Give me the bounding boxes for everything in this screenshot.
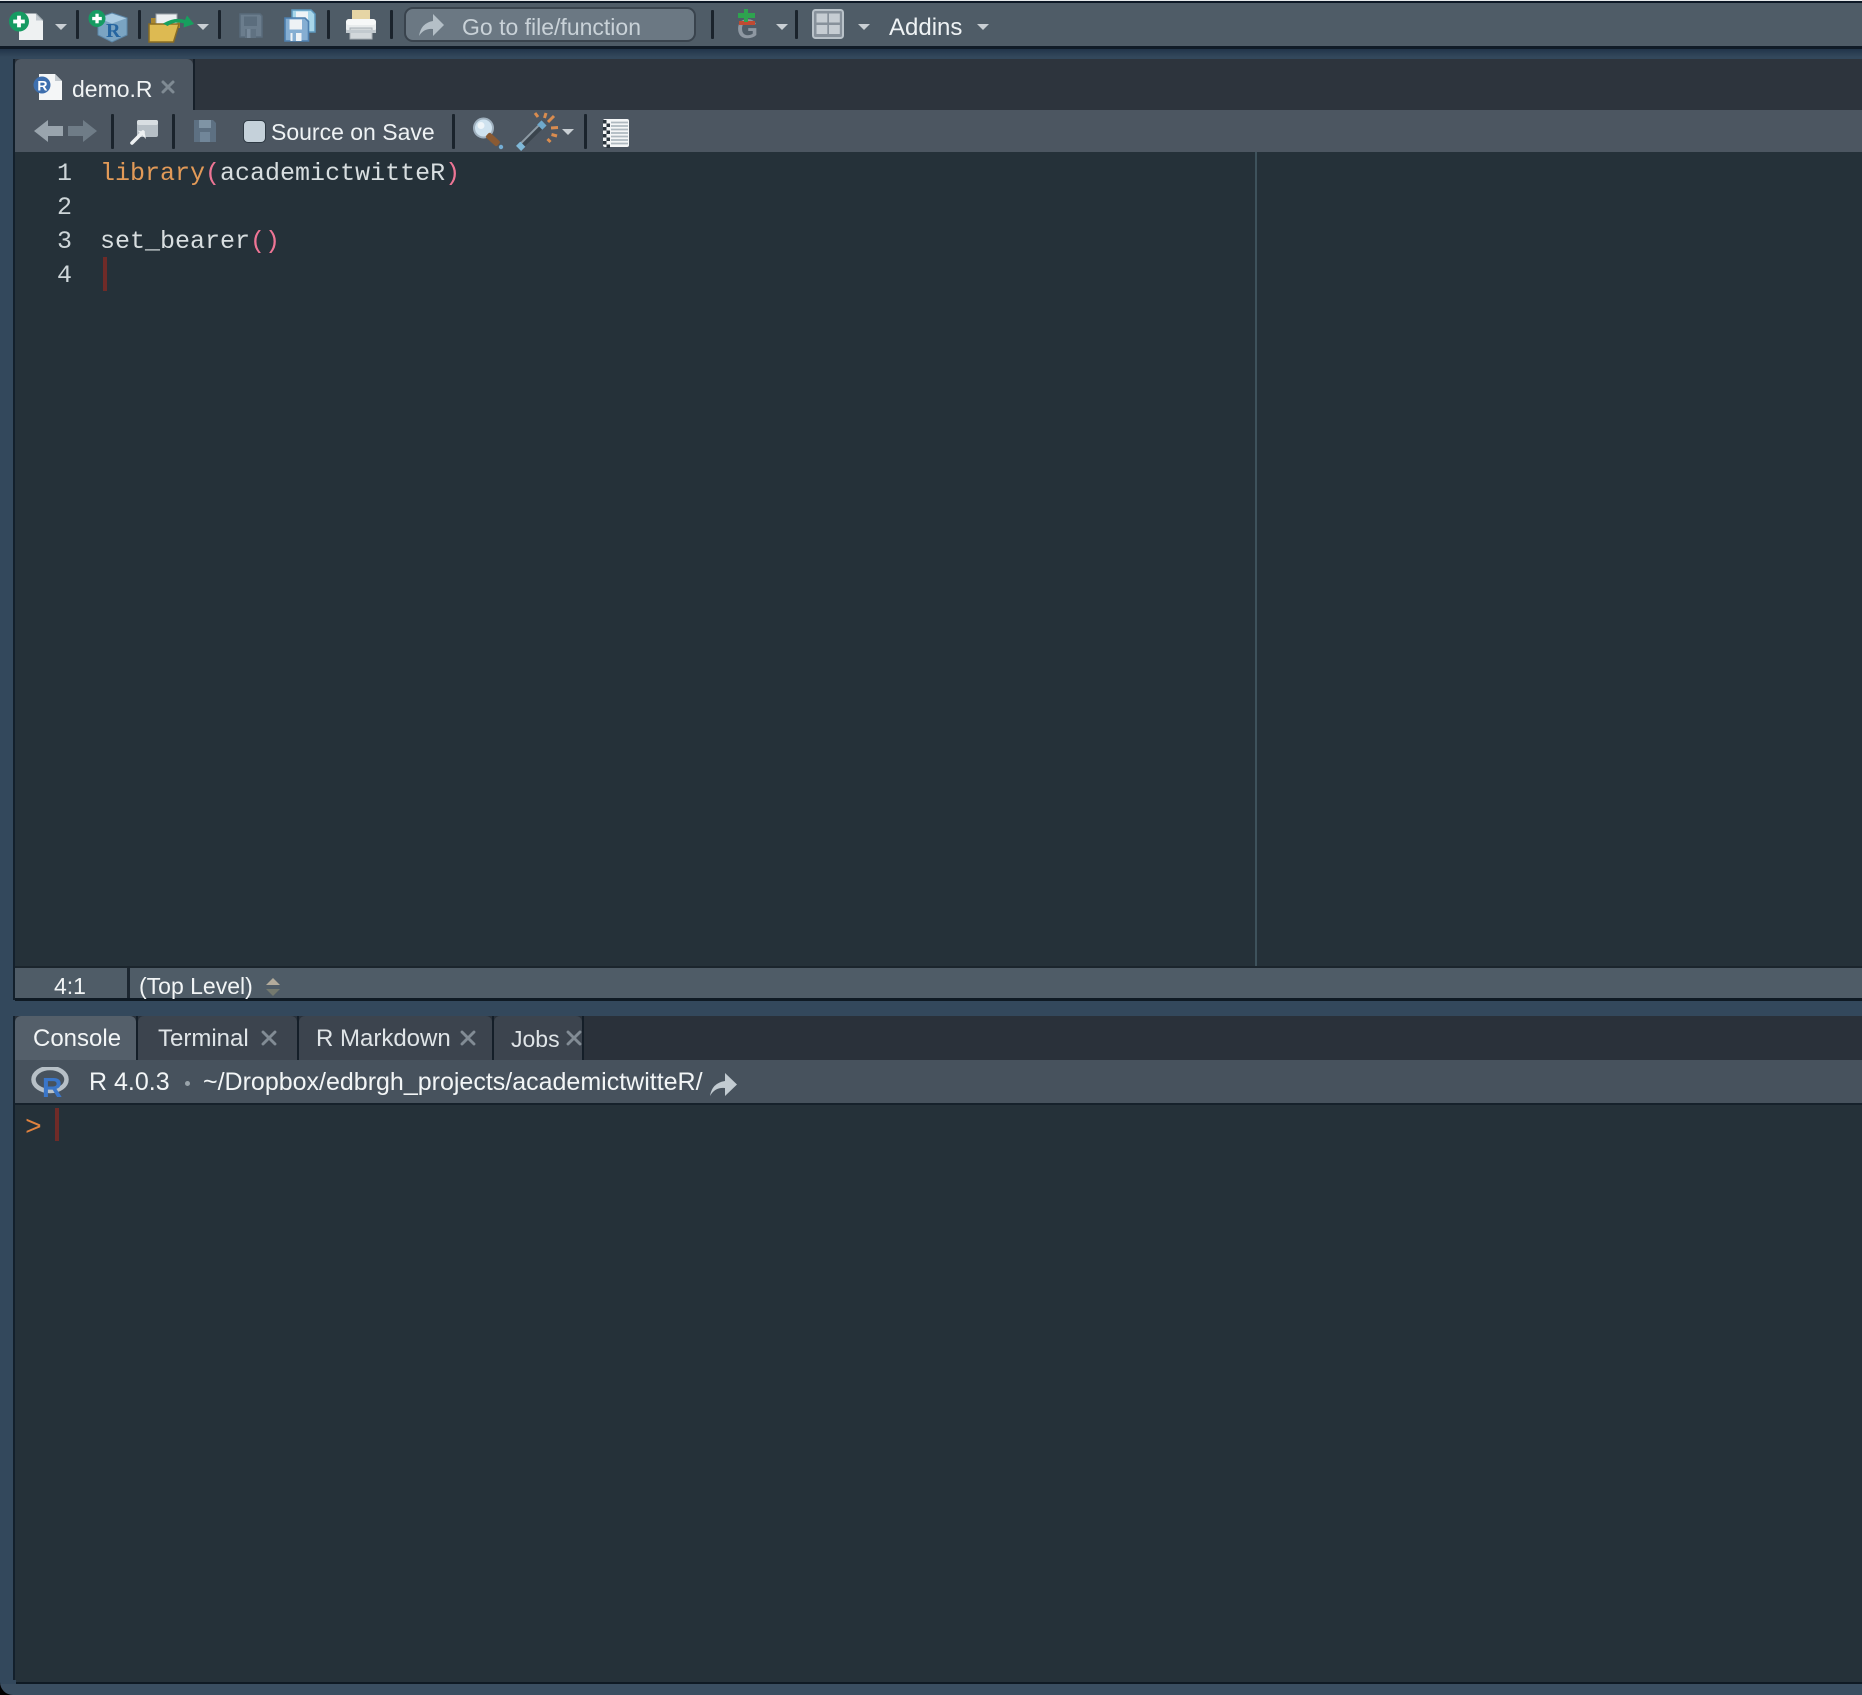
- svg-text:R: R: [106, 20, 121, 42]
- svg-text:R: R: [37, 78, 47, 94]
- svg-text:R: R: [42, 1072, 62, 1101]
